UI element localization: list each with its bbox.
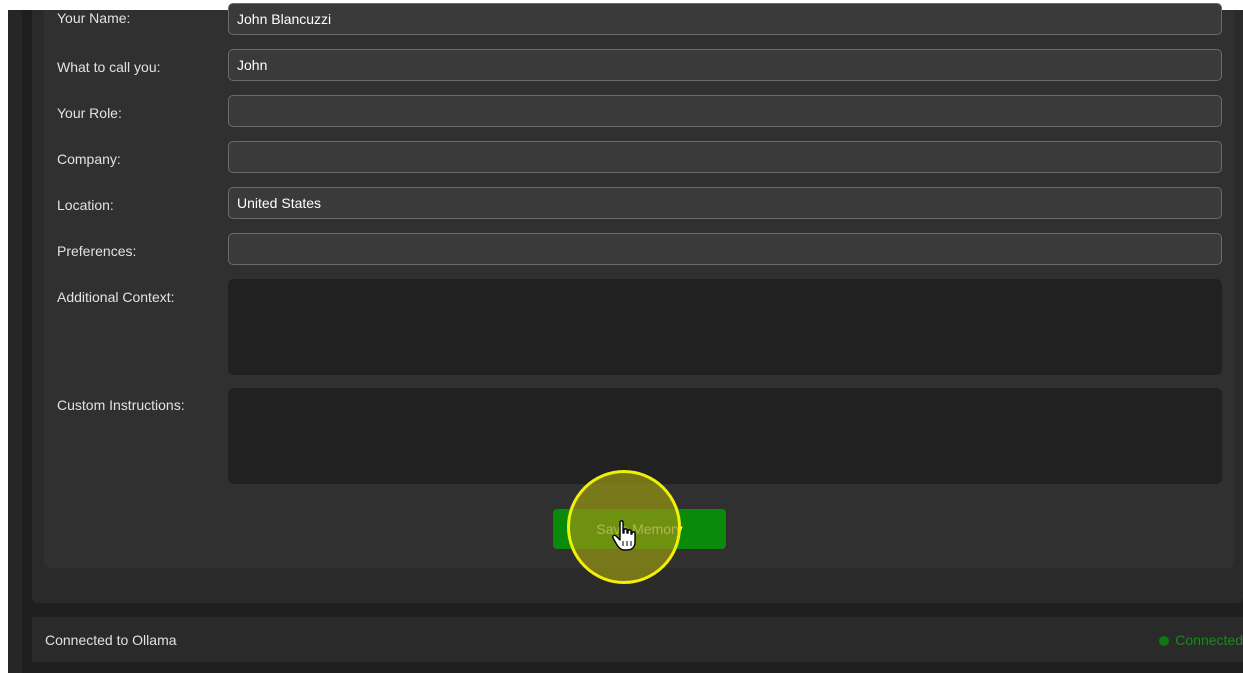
your-role-input[interactable] bbox=[228, 95, 1222, 127]
status-text: Connected to Ollama bbox=[45, 632, 177, 648]
custom-instructions-label: Custom Instructions: bbox=[57, 397, 185, 413]
company-label: Company: bbox=[57, 151, 121, 167]
your-role-label: Your Role: bbox=[57, 105, 122, 121]
left-edge-strip bbox=[8, 10, 22, 673]
memory-settings-panel: Your Name: What to call you: Your Role: … bbox=[32, 3, 1243, 603]
connection-status: Connected bbox=[1159, 632, 1243, 648]
app-window: Your Name: What to call you: Your Role: … bbox=[8, 3, 1243, 673]
custom-instructions-textarea[interactable] bbox=[228, 388, 1222, 484]
preferences-input[interactable] bbox=[228, 233, 1222, 265]
location-label: Location: bbox=[57, 197, 114, 213]
save-memory-button[interactable]: Save Memory bbox=[553, 509, 726, 549]
what-to-call-you-label: What to call you: bbox=[57, 59, 161, 75]
memory-form: Your Name: What to call you: Your Role: … bbox=[44, 3, 1234, 568]
preferences-label: Preferences: bbox=[57, 243, 137, 259]
location-input[interactable] bbox=[228, 187, 1222, 219]
what-to-call-you-input[interactable] bbox=[228, 49, 1222, 81]
company-input[interactable] bbox=[228, 141, 1222, 173]
status-bar: Connected to Ollama Connected bbox=[32, 617, 1243, 662]
additional-context-label: Additional Context: bbox=[57, 289, 175, 305]
additional-context-textarea[interactable] bbox=[228, 279, 1222, 375]
your-name-label: Your Name: bbox=[57, 10, 131, 26]
connection-label: Connected bbox=[1175, 632, 1243, 648]
your-name-input[interactable] bbox=[228, 3, 1222, 35]
connection-dot-icon bbox=[1159, 636, 1170, 646]
